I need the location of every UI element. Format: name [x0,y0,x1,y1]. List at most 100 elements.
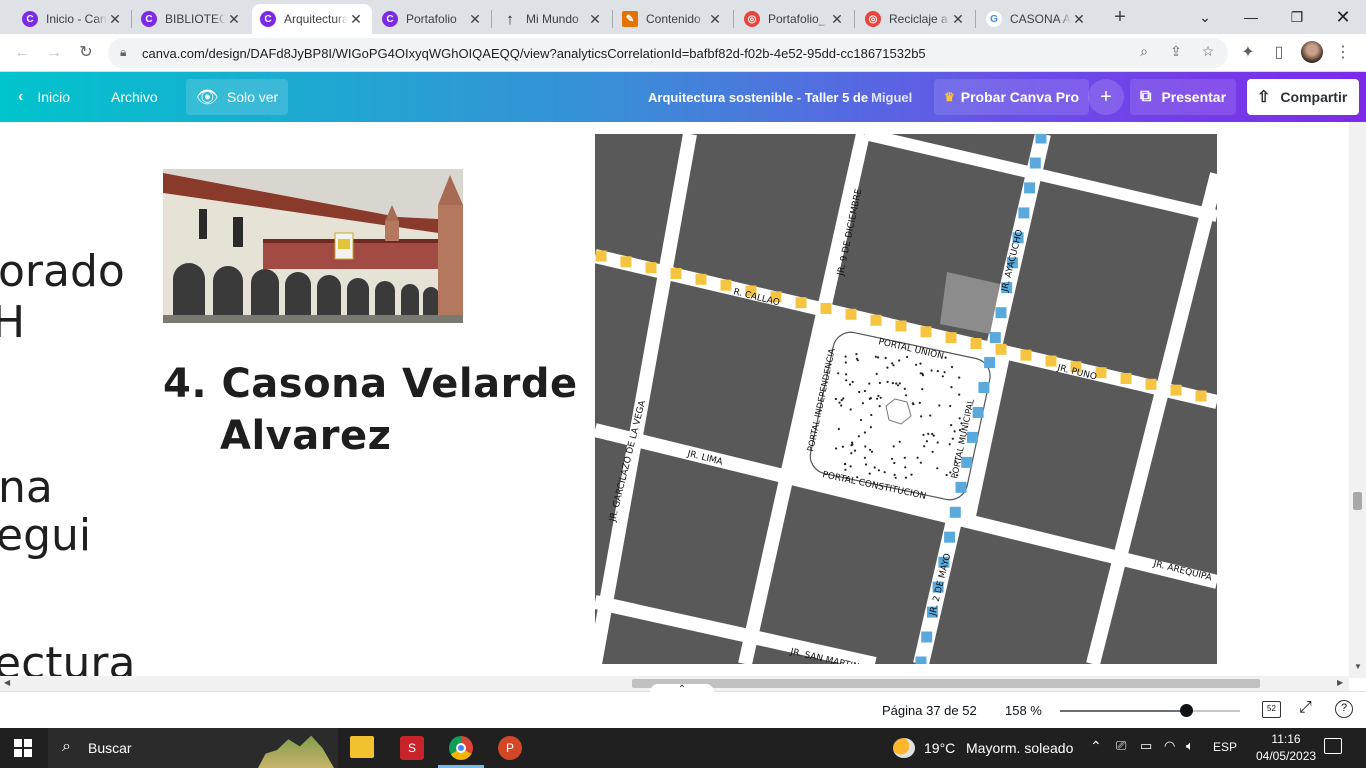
tab-close-icon[interactable]: ✕ [467,11,483,28]
scroll-left-arrow-icon[interactable]: ◀ [4,678,10,687]
profile-avatar[interactable] [1301,41,1323,63]
blue-route-marker [989,332,1001,344]
plaza-tree-dot [834,397,837,401]
plaza-tree-dot [893,473,896,476]
view-only-button[interactable]: 👁︎ Solo ver [186,79,289,115]
plaza-tree-dot [958,393,961,396]
tab-close-icon[interactable]: ✕ [107,11,123,28]
present-button[interactable]: ⧉ Presentar [1130,79,1237,115]
try-canva-pro-button[interactable]: ♛ Probar Canva Pro [934,79,1090,115]
powerpoint-icon[interactable]: P [498,736,522,760]
wifi-icon[interactable]: ◠ [1164,738,1175,754]
windows-start-icon[interactable] [14,739,32,757]
side-panel-icon[interactable]: ▯ [1267,41,1291,65]
new-tab-button[interactable]: + [1108,6,1132,30]
zoom-icon[interactable]: ⌕ [1134,43,1154,60]
minimize-button[interactable]: — [1228,0,1274,34]
plaza-tree-dot [911,402,914,405]
plaza-tree-dot [864,445,867,448]
plaza-tree-dot [892,445,895,448]
share-page-icon[interactable]: ⇪ [1166,43,1186,60]
close-window-button[interactable]: ✕ [1320,0,1366,34]
url-text[interactable]: canva.com/design/DAFd8JyBP8I/WIGoPG4OIxy… [142,46,926,61]
tab-close-icon[interactable]: ✕ [1071,11,1087,28]
weather-description[interactable]: Mayorm. soleado [966,740,1073,756]
help-question-icon[interactable]: ? [1335,700,1353,718]
add-button[interactable]: + [1088,79,1124,115]
plaza-tree-dot [904,476,907,479]
file-explorer-icon[interactable] [350,736,374,758]
browser-tab[interactable]: C BIBLIOTECA ✕ [133,4,250,34]
plaza-tree-dot [876,397,879,400]
page-grid-button[interactable]: 52 [1262,701,1281,718]
plaza-tree-dot [936,441,939,444]
home-back-button[interactable]: ‹ Inicio [18,72,70,122]
scroll-down-arrow-icon[interactable]: ▼ [1354,662,1362,671]
clock-date[interactable]: 04/05/2023 [1256,749,1316,763]
browser-tab[interactable]: C Portafolio ✕ [374,4,491,34]
plaza-tree-dot [919,461,922,464]
browser-tab[interactable]: ◎ Portafolio_ ✕ [736,4,853,34]
battery-icon[interactable]: ▭ [1140,738,1152,754]
weather-temperature[interactable]: 19°C [924,740,955,756]
chrome-icon[interactable] [449,736,473,760]
browser-tab[interactable]: C Inicio - Canva ✕ [14,4,131,34]
tab-close-icon[interactable]: ✕ [707,11,723,28]
tab-close-icon[interactable]: ✕ [950,11,966,28]
tab-close-icon[interactable]: ✕ [348,11,364,28]
file-menu-button[interactable]: Archivo [111,72,158,122]
fullscreen-expand-icon[interactable]: ⤢ [1299,699,1312,717]
browser-tab[interactable]: G CASONA A ✕ [978,4,1095,34]
notes-toggle-chevron-icon[interactable]: ⌃ [650,684,714,698]
camera-icon[interactable]: ⎚ [1116,738,1126,754]
vertical-scrollbar[interactable]: ▼ [1349,122,1366,678]
tab-close-icon[interactable]: ✕ [587,11,603,28]
plaza-tree-dot [898,359,901,362]
plaza-tree-dot [842,397,845,400]
plaza-tree-dot [843,463,847,466]
yellow-route-marker [895,320,907,332]
tab-title: BIBLIOTECA [165,12,226,26]
extensions-puzzle-icon[interactable]: ✦ [1236,41,1260,65]
plaza-tree-dot [841,445,844,448]
zoom-percentage[interactable]: 158 % [1005,703,1042,718]
plaza-tree-dot [903,387,906,390]
sketchup-icon[interactable]: S [400,736,424,760]
volume-icon[interactable]: 🔈︎ [1186,738,1194,754]
plaza-tree-dot [945,473,948,477]
back-arrow-icon[interactable]: ← [10,41,34,65]
notifications-icon[interactable] [1324,738,1342,754]
weather-sun-icon[interactable] [893,738,915,758]
bookmark-star-icon[interactable]: ☆ [1198,43,1218,60]
scrollbar-thumb[interactable] [632,679,1260,688]
forward-arrow-icon[interactable]: → [42,41,66,65]
restore-button[interactable]: ❐ [1274,0,1320,34]
plaza-tree-dot [922,433,925,436]
clock-time[interactable]: 11:16 [1256,732,1316,746]
browser-tab[interactable]: ◎ Reciclaje a ✕ [857,4,974,34]
plaza-tree-dot [878,381,881,385]
taskbar-search-box[interactable]: ⌕ Buscar [48,728,338,768]
scroll-right-arrow-icon[interactable]: ▶ [1337,678,1343,687]
browser-menu-icon[interactable]: ⋮ [1331,41,1355,65]
address-bar[interactable]: 🔒︎ canva.com/design/DAFd8JyBP8I/WIGoPG4O… [108,38,1228,68]
plaza-tree-dot [890,457,894,460]
plaza-tree-dot [884,356,887,360]
tab-search-icon[interactable]: ⌄ [1182,0,1228,34]
reload-icon[interactable]: ↻ [74,41,98,65]
lock-icon[interactable]: 🔒︎ [120,45,126,60]
tab-close-icon[interactable]: ✕ [829,11,845,28]
share-button[interactable]: ⇧ Compartir [1247,79,1359,115]
scrollbar-thumb[interactable] [1353,492,1362,510]
browser-tab[interactable]: ✎ Contenido ✕ [614,4,731,34]
tab-close-icon[interactable]: ✕ [226,11,242,28]
canva-favicon-icon: C [22,11,38,27]
browser-tab[interactable]: ↑ Mi Mundo ✕ [494,4,611,34]
doc-author-text: Miguel [871,89,913,105]
zoom-slider[interactable] [1060,704,1240,717]
zoom-slider-handle[interactable] [1180,704,1193,717]
plaza-tree-dot [864,463,868,466]
browser-tab-active[interactable]: C Arquitectura ✕ [252,4,372,34]
language-indicator[interactable]: ESP [1213,740,1237,754]
show-hidden-icons-chevron-icon[interactable]: ⌃ [1090,738,1102,755]
